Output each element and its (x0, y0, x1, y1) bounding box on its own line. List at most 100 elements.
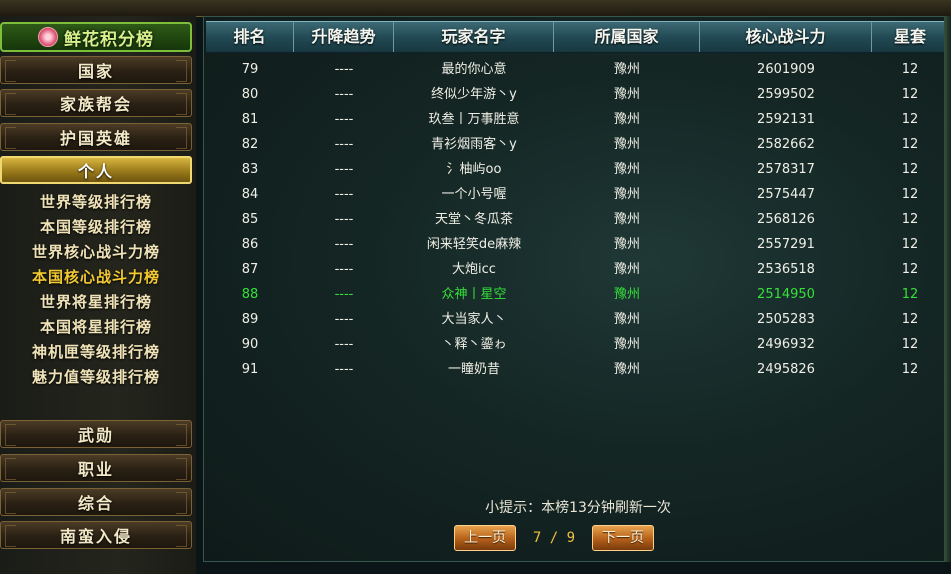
header-rank: 排名 (206, 22, 294, 52)
cell-rank: 86 (241, 237, 259, 252)
cell-player-name: 终似少年游丶y (431, 87, 517, 102)
cell-trend: ---- (334, 112, 354, 127)
corner-ornament-icon (5, 424, 16, 446)
refresh-tip: 小提示：本榜13分钟刷新一次 (485, 500, 671, 516)
cell-country: 豫州 (613, 162, 640, 177)
ranking-rows: 79 ---- 最的你心意 豫州 2601909 12 80 ---- 终似少年游丶y 豫州 259… (206, 57, 948, 382)
cell-core-power: 2568126 (757, 212, 815, 227)
cell-core-power: 2599502 (757, 87, 815, 102)
header-core-power: 核心战斗力 (700, 22, 872, 52)
category-merit-button[interactable]: 武勋 (0, 420, 192, 448)
table-row[interactable]: 86 ---- 闲来轻笑de麻辣 豫州 2557291 12 (206, 232, 948, 257)
cell-player-name: 众神丨星空 (441, 287, 507, 302)
cell-core-power: 2496932 (757, 337, 815, 352)
table-row[interactable]: 79 ---- 最的你心意 豫州 2601909 12 (206, 57, 948, 82)
cell-trend: ---- (334, 237, 354, 252)
cell-rank: 85 (241, 212, 259, 227)
sub-item-country-level[interactable]: 本国等级排行榜 (0, 215, 192, 240)
table-row[interactable]: 87 ---- 大炮icc 豫州 2536518 12 (206, 257, 948, 282)
table-row[interactable]: 91 ---- 一瞳奶昔 豫州 2495826 12 (206, 357, 948, 382)
cell-star-set: 12 (901, 287, 919, 302)
flower-ranking-button[interactable]: 鲜花积分榜 (0, 22, 192, 52)
cell-trend: ---- (334, 212, 354, 227)
cell-star-set: 12 (901, 187, 919, 202)
scroll-edge (944, 16, 951, 562)
table-row[interactable]: 81 ---- 玖叁丨万事胜意 豫州 2592131 12 (206, 107, 948, 132)
corner-ornament-icon (5, 458, 16, 480)
cell-country: 豫州 (613, 62, 640, 77)
ranking-panel: 排名 升降趋势 玩家名字 所属国家 核心战斗力 星套 79 ---- 最的你心意 豫州… (203, 16, 951, 562)
cell-rank: 89 (241, 312, 259, 327)
sub-item-charm[interactable]: 魅力值等级排行榜 (0, 365, 192, 390)
sub-item-machine-box[interactable]: 神机匣等级排行榜 (0, 340, 192, 365)
cell-trend: ---- (334, 137, 354, 152)
cell-trend: ---- (334, 287, 354, 302)
cell-country: 豫州 (613, 87, 640, 102)
cell-core-power: 2578317 (757, 162, 815, 177)
cell-star-set: 12 (901, 312, 919, 327)
cell-star-set: 12 (901, 62, 919, 77)
table-row[interactable]: 89 ---- 大当家人丶 豫州 2505283 12 (206, 307, 948, 332)
sub-item-world-general[interactable]: 世界将星排行榜 (0, 290, 192, 315)
category-label: 南蛮入侵 (59, 527, 132, 546)
cell-star-set: 12 (901, 137, 919, 152)
cell-core-power: 2557291 (757, 237, 815, 252)
cell-country: 豫州 (613, 287, 640, 302)
cell-player-name: 大炮icc (452, 262, 496, 277)
cell-country: 豫州 (613, 337, 640, 352)
table-row[interactable]: 90 ---- 丶释丶鎏ゎ 豫州 2496932 12 (206, 332, 948, 357)
cell-player-name: 氵柚屿oo (446, 162, 502, 177)
cell-rank: 90 (241, 337, 259, 352)
cell-rank: 91 (241, 362, 259, 377)
cell-country: 豫州 (613, 212, 640, 227)
cell-rank: 84 (241, 187, 259, 202)
cell-player-name: 一瞳奶昔 (447, 362, 500, 377)
header-country: 所属国家 (554, 22, 700, 52)
cell-country: 豫州 (613, 312, 640, 327)
prev-page-button[interactable]: 上一页 (454, 525, 516, 551)
sub-item-world-level[interactable]: 世界等级排行榜 (0, 190, 192, 215)
category-label: 家族帮会 (59, 95, 132, 114)
category-label: 武勋 (77, 426, 114, 445)
category-family-guild-button[interactable]: 家族帮会 (0, 89, 192, 117)
corner-ornament-icon (176, 127, 187, 149)
table-header: 排名 升降趋势 玩家名字 所属国家 核心战斗力 星套 (206, 21, 948, 53)
cell-star-set: 12 (901, 162, 919, 177)
table-row[interactable]: 88 ---- 众神丨星空 豫州 2514950 12 (206, 282, 948, 307)
cell-trend: ---- (334, 362, 354, 377)
category-hero-button[interactable]: 护国英雄 (0, 123, 192, 151)
category-profession-button[interactable]: 职业 (0, 454, 192, 482)
category-personal-button[interactable]: 个人 (0, 156, 192, 184)
table-row[interactable]: 82 ---- 青衫烟雨客丶y 豫州 2582662 12 (206, 132, 948, 157)
category-label: 综合 (77, 494, 114, 513)
category-overall-button[interactable]: 综合 (0, 488, 192, 516)
sub-item-world-power[interactable]: 世界核心战斗力榜 (0, 240, 192, 265)
cell-rank: 87 (241, 262, 259, 277)
table-row[interactable]: 80 ---- 终似少年游丶y 豫州 2599502 12 (206, 82, 948, 107)
table-row[interactable]: 84 ---- 一个小号喔 豫州 2575447 12 (206, 182, 948, 207)
sub-item-country-power[interactable]: 本国核心战斗力榜 (0, 265, 192, 290)
cell-player-name: 玖叁丨万事胜意 (428, 112, 520, 127)
cell-star-set: 12 (901, 112, 919, 127)
table-row[interactable]: 83 ---- 氵柚屿oo 豫州 2578317 12 (206, 157, 948, 182)
category-label: 国家 (77, 62, 114, 81)
cell-core-power: 2536518 (757, 262, 815, 277)
cell-player-name: 一个小号喔 (441, 187, 507, 202)
corner-ornament-icon (5, 492, 16, 514)
cell-country: 豫州 (613, 187, 640, 202)
cell-country: 豫州 (613, 362, 640, 377)
flower-icon (38, 27, 58, 47)
cell-core-power: 2575447 (757, 187, 815, 202)
cell-trend: ---- (334, 337, 354, 352)
cell-core-power: 2495826 (757, 362, 815, 377)
cell-country: 豫州 (613, 262, 640, 277)
corner-ornament-icon (5, 127, 16, 149)
corner-ornament-icon (176, 60, 187, 82)
table-row[interactable]: 85 ---- 天堂丶冬瓜茶 豫州 2568126 12 (206, 207, 948, 232)
sub-item-country-general[interactable]: 本国将星排行榜 (0, 315, 192, 340)
cell-country: 豫州 (613, 237, 640, 252)
category-invasion-button[interactable]: 南蛮入侵 (0, 521, 192, 549)
top-frame-strip (0, 0, 951, 17)
category-country-button[interactable]: 国家 (0, 56, 192, 84)
next-page-button[interactable]: 下一页 (592, 525, 654, 551)
